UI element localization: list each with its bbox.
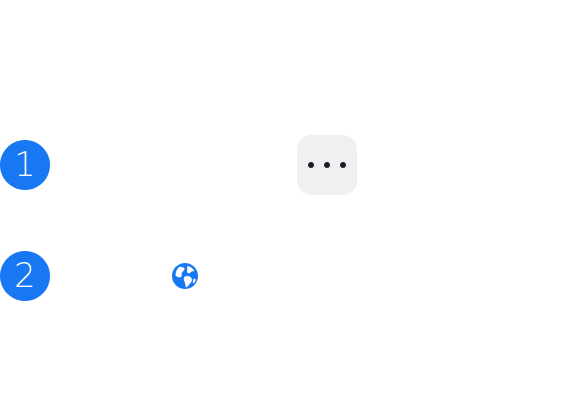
- more-dot: [340, 162, 346, 168]
- more-options-button[interactable]: [297, 135, 357, 195]
- more-dot: [308, 162, 314, 168]
- globe-icon: [172, 263, 198, 289]
- step-badge-2: 2: [0, 251, 50, 301]
- more-dot: [324, 162, 330, 168]
- step-badge-1: 1: [0, 140, 50, 190]
